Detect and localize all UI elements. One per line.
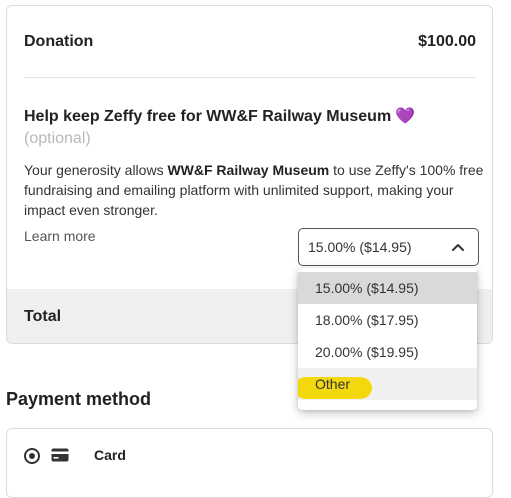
credit-card-icon [51,448,69,462]
total-label: Total [24,308,62,325]
tip-option-other[interactable]: Other [298,368,477,400]
divider [24,77,476,78]
tip-description: Your generosity allows WW&F Railway Muse… [24,162,484,218]
donation-amount: $100.00 [418,33,476,50]
tip-option-15[interactable]: 15.00% ($14.95) [298,272,477,304]
card-radio-button[interactable] [24,448,40,464]
tip-select-value: 15.00% ($14.95) [308,239,412,255]
tip-select[interactable]: 15.00% ($14.95) [298,228,479,266]
tip-option-18[interactable]: 18.00% ($17.95) [298,304,477,336]
payment-method-title: Payment method [6,389,152,409]
donation-row: Donation $100.00 [24,33,476,51]
tip-options-menu: 15.00% ($14.95) 18.00% ($17.95) 20.00% (… [298,268,477,410]
tip-optional-label: (optional) [24,130,91,147]
tip-title-text: Help keep Zeffy free for WW&F Railway Mu… [24,108,392,125]
heart-icon: 💜 [395,108,416,125]
payment-option-card[interactable]: Card [6,428,493,498]
chevron-up-icon [452,244,464,251]
tip-title: Help keep Zeffy free for WW&F Railway Mu… [24,106,415,126]
learn-more-link[interactable]: Learn more [24,228,96,244]
card-label: Card [94,447,126,463]
tip-org-name: WW&F Railway Museum [167,162,330,178]
donation-label: Donation [24,33,94,50]
tip-option-20[interactable]: 20.00% ($19.95) [298,336,477,368]
